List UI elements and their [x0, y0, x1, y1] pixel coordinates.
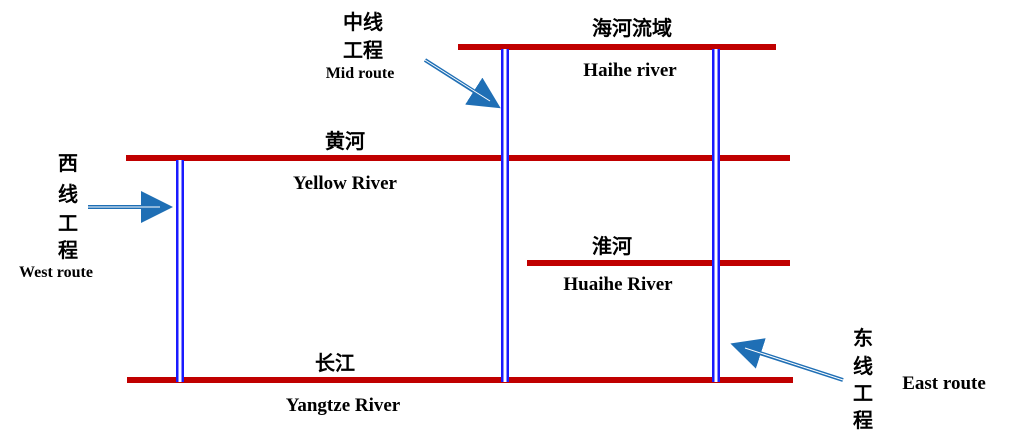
- haihe-label-en: Haihe river: [583, 60, 677, 81]
- west-route-char-2: 线: [58, 182, 78, 206]
- east-route-arrow-icon: [730, 338, 844, 382]
- yellow-label-en: Yellow River: [293, 173, 398, 194]
- east-route-char-3: 工: [853, 381, 873, 405]
- east-route-char-1: 东: [853, 326, 873, 350]
- west-route-line: [176, 160, 184, 382]
- mid-route-label-en: Mid route: [326, 65, 395, 82]
- yangtze-label-en: Yangtze River: [286, 395, 401, 416]
- haihe-label-zh: 海河流域: [592, 16, 672, 40]
- yangtze-label-zh: 长江: [315, 351, 355, 375]
- east-route-label-en: East route: [902, 373, 986, 394]
- west-route-label-en: West route: [19, 264, 93, 281]
- water-diversion-diagram: 海河流域 Haihe river 黄河 Yellow River 淮河 Huai…: [19, 10, 986, 432]
- mid-route-label-zh-1: 中线: [343, 10, 383, 34]
- west-route-char-1: 西: [58, 151, 78, 175]
- west-route-char-3: 工: [58, 211, 78, 235]
- east-route-line: [712, 49, 720, 382]
- huaihe-label-en: Huaihe River: [563, 274, 673, 295]
- huaihe-label-zh: 淮河: [592, 234, 632, 258]
- mid-route-line: [501, 49, 509, 382]
- east-route-char-2: 线: [853, 354, 873, 378]
- mid-route-label-zh-2: 工程: [343, 38, 383, 62]
- mid-route-arrow-icon: [423, 58, 501, 109]
- yellow-label-zh: 黄河: [325, 129, 365, 153]
- west-route-char-4: 程: [58, 238, 78, 262]
- east-route-char-4: 程: [853, 408, 873, 432]
